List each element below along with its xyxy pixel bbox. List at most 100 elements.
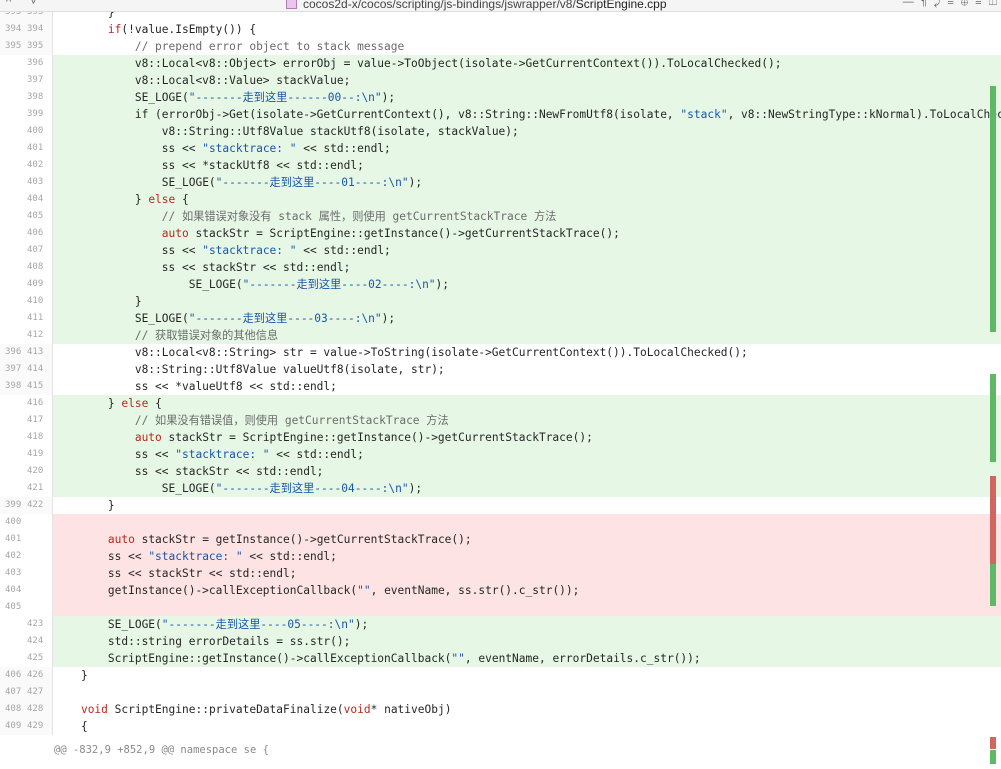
code-token: stackStr = getInstance()->getCurrentStac… (134, 533, 472, 546)
diff-line-added[interactable]: 396 v8::Local<v8::Object> errorObj = val… (0, 55, 1001, 72)
code-text[interactable]: if (errorObj->Get(isolate->GetCurrentCon… (54, 106, 1001, 123)
diff-line-removed[interactable]: 404 getInstance()->callExceptionCallback… (0, 582, 1001, 599)
diff-line-added[interactable]: 398 SE_LOGE("-------走到这里------00--:\n"); (0, 89, 1001, 106)
diff-line[interactable]: 397 414 v8::String::Utf8Value valueUtf8(i… (0, 361, 1001, 378)
diff-line-removed[interactable]: 403 ss << stackStr << std::endl; (0, 565, 1001, 582)
diff-line-removed[interactable]: 401 auto stackStr = getInstance()->getCu… (0, 531, 1001, 548)
diff-line[interactable]: 396 413 v8::Local<v8::String> str = value… (0, 344, 1001, 361)
diff-line[interactable]: 398 415 ss << *valueUtf8 << std::endl; (0, 378, 1001, 395)
diff-line[interactable]: 393 393 } (0, 12, 1001, 21)
code-text[interactable]: v8::Local<v8::Object> errorObj = value->… (54, 55, 782, 72)
code-text[interactable]: } (54, 12, 115, 21)
diff-editor[interactable]: 393 393 } 394 394 if(!value.IsEmpty()) {395… (0, 12, 1001, 769)
diff-line-added[interactable]: 417 // 如果没有错误值，则使用 getCurrentStackTrace … (0, 412, 1001, 429)
diff-line-added[interactable]: 424 std::string errorDetails = ss.str(); (0, 633, 1001, 650)
code-text[interactable]: } else { (54, 395, 162, 412)
code-text[interactable]: if(!value.IsEmpty()) { (54, 21, 256, 38)
code-text[interactable]: // prepend error object to stack message (54, 38, 404, 55)
diff-line-added[interactable]: 400 v8::String::Utf8Value stackUtf8(isol… (0, 123, 1001, 140)
diff-line-added[interactable]: 425 ScriptEngine::getInstance()->callExc… (0, 650, 1001, 667)
code-text[interactable]: } (54, 667, 88, 684)
diff-line-added[interactable]: 408 ss << stackStr << std::endl; (0, 259, 1001, 276)
code-token: stackStr = ScriptEngine::getInstance()->… (161, 431, 593, 444)
code-text[interactable]: auto stackStr = ScriptEngine::getInstanc… (54, 429, 593, 446)
diff-line-removed[interactable]: 405 (0, 599, 1001, 616)
diff-line-added[interactable]: 406 auto stackStr = ScriptEngine::getIns… (0, 225, 1001, 242)
diff-line-added[interactable]: 412 // 获取错误对象的其他信息 (0, 327, 1001, 344)
file-breadcrumb[interactable]: cocos2d-x/cocos/scripting/js-bindings/js… (286, 0, 667, 11)
diff-line-removed[interactable]: 400 (0, 514, 1001, 531)
diff-line-added[interactable]: 405 // 如果错误对象没有 stack 属性，则使用 getCurrentS… (0, 208, 1001, 225)
diff-line-added[interactable]: 409 SE_LOGE("-------走到这里----02----:\n"); (0, 276, 1001, 293)
code-text[interactable]: } (54, 497, 115, 514)
new-line-number: 397 (27, 75, 44, 85)
diff-line[interactable]: 399 422 } (0, 497, 1001, 514)
code-text[interactable]: SE_LOGE("-------走到这里----01----:\n"); (54, 174, 422, 191)
diff-line-added[interactable]: 421 SE_LOGE("-------走到这里----04----:\n"); (0, 480, 1001, 497)
diff-line-added[interactable]: 401 ss << "stacktrace: " << std::endl; (0, 140, 1001, 157)
diff-line[interactable]: 406 426 } (0, 667, 1001, 684)
code-text[interactable]: // 获取错误对象的其他信息 (54, 327, 278, 344)
code-text[interactable]: SE_LOGE("-------走到这里----04----:\n"); (54, 480, 422, 497)
diff-line-added[interactable]: 399 if (errorObj->Get(isolate->GetCurren… (0, 106, 1001, 123)
diff-line[interactable]: 395 395 // prepend error object to stack … (0, 38, 1001, 55)
code-text[interactable] (54, 599, 108, 616)
diff-line-added[interactable]: 404 } else { (0, 191, 1001, 208)
diff-line[interactable]: 409 429 { (0, 718, 1001, 735)
breadcrumb-file-name[interactable]: ScriptEngine.cpp (576, 0, 667, 11)
code-token: ); (435, 278, 450, 291)
diff-line[interactable]: 407 427 (0, 684, 1001, 701)
code-text[interactable]: ss << "stacktrace: " << std::endl; (54, 446, 364, 463)
code-text[interactable] (54, 514, 108, 531)
code-string: "-------走到这里----01----:\n" (215, 176, 409, 189)
new-line-number: 395 (27, 41, 44, 51)
code-text[interactable]: ScriptEngine::getInstance()->callExcepti… (54, 650, 701, 667)
diff-line-added[interactable]: 420 ss << stackStr << std::endl; (0, 463, 1001, 480)
code-text[interactable]: ss << "stacktrace: " << std::endl; (54, 140, 391, 157)
code-text[interactable]: v8::String::Utf8Value valueUtf8(isolate,… (54, 361, 445, 378)
diff-line-added[interactable]: 403 SE_LOGE("-------走到这里----01----:\n"); (0, 174, 1001, 191)
nav-arrows[interactable]: ^ ˅ (6, 0, 45, 8)
code-text[interactable]: v8::Local<v8::Value> stackValue; (54, 72, 351, 89)
diff-line-added[interactable]: 411 SE_LOGE("-------走到这里----03----:\n"); (0, 310, 1001, 327)
code-text[interactable]: SE_LOGE("-------走到这里----03----:\n"); (54, 310, 395, 327)
code-text[interactable]: v8::Local<v8::String> str = value->ToStr… (54, 344, 748, 361)
code-text[interactable]: SE_LOGE("-------走到这里----05----:\n"); (54, 616, 368, 633)
diff-line-removed[interactable]: 402 ss << "stacktrace: " << std::endl; (0, 548, 1001, 565)
diff-line-added[interactable]: 410 } (0, 293, 1001, 310)
diff-line[interactable]: 408 428 void ScriptEngine::privateDataFin… (0, 701, 1001, 718)
diff-line-added[interactable]: 416 } else { (0, 395, 1001, 412)
code-text[interactable]: ss << stackStr << std::endl; (54, 565, 297, 582)
code-text[interactable]: ss << stackStr << std::endl; (54, 463, 324, 480)
code-text[interactable]: // 如果错误对象没有 stack 属性，则使用 getCurrentStack… (54, 208, 557, 225)
diff-line-added[interactable]: 397 v8::Local<v8::Value> stackValue; (0, 72, 1001, 89)
code-text[interactable] (54, 684, 81, 701)
code-text[interactable]: SE_LOGE("-------走到这里----02----:\n"); (54, 276, 449, 293)
code-text[interactable]: } else { (54, 191, 189, 208)
diff-line-added[interactable]: 423 SE_LOGE("-------走到这里----05----:\n"); (0, 616, 1001, 633)
code-text[interactable]: ss << "stacktrace: " << std::endl; (54, 548, 337, 565)
code-text[interactable]: auto stackStr = getInstance()->getCurren… (54, 531, 472, 548)
diff-line-added[interactable]: 402 ss << *stackUtf8 << std::endl; (0, 157, 1001, 174)
diff-line-added[interactable]: 418 auto stackStr = ScriptEngine::getIns… (0, 429, 1001, 446)
code-text[interactable]: // 如果没有错误值，则使用 getCurrentStackTrace 方法 (54, 412, 449, 429)
code-text[interactable]: ss << *stackUtf8 << std::endl; (54, 157, 364, 174)
editor-toolbar-icons[interactable]: — ¶ ⤸ ≡ ⊕ ≡ ◫ (903, 0, 997, 9)
code-text[interactable]: ss << "stacktrace: " << std::endl; (54, 242, 391, 259)
breadcrumb-path[interactable]: cocos2d-x/cocos/scripting/js-bindings/js… (303, 0, 576, 11)
code-text[interactable]: { (54, 718, 88, 735)
diff-line-added[interactable]: 419 ss << "stacktrace: " << std::endl; (0, 446, 1001, 463)
code-text[interactable]: std::string errorDetails = ss.str(); (54, 633, 350, 650)
code-text[interactable]: } (54, 293, 142, 310)
diff-line[interactable]: 394 394 if(!value.IsEmpty()) { (0, 21, 1001, 38)
diff-line-added[interactable]: 407 ss << "stacktrace: " << std::endl; (0, 242, 1001, 259)
code-text[interactable]: v8::String::Utf8Value stackUtf8(isolate,… (54, 123, 519, 140)
code-text[interactable]: void ScriptEngine::privateDataFinalize(v… (54, 701, 451, 718)
code-keyword: auto (161, 227, 189, 240)
hunk-header: @@ -832,9 +852,9 @@ namespace se { (54, 744, 269, 756)
code-text[interactable]: ss << stackStr << std::endl; (54, 259, 351, 276)
code-text[interactable]: SE_LOGE("-------走到这里------00--:\n"); (54, 89, 395, 106)
code-text[interactable]: auto stackStr = ScriptEngine::getInstanc… (54, 225, 620, 242)
code-text[interactable]: getInstance()->callExceptionCallback("",… (54, 582, 580, 599)
code-text[interactable]: ss << *valueUtf8 << std::endl; (54, 378, 337, 395)
